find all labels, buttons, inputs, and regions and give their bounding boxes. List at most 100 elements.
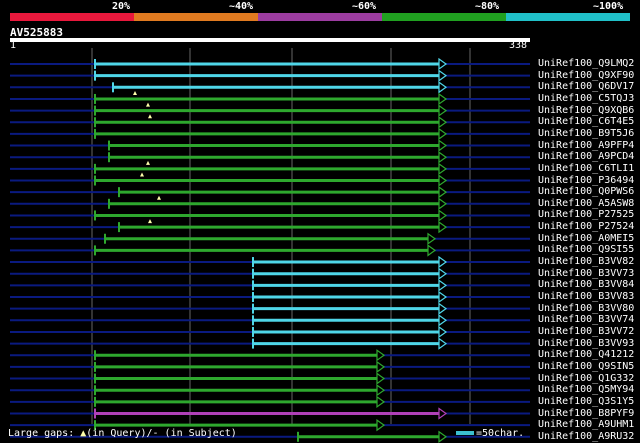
hit-end-arrow-icon	[438, 407, 448, 420]
query-gap-icon	[146, 160, 150, 165]
scale-label: =50char.	[476, 428, 525, 439]
alignment-row[interactable]	[10, 90, 530, 106]
hit-label[interactable]: UniRef100_Q9SIN5	[538, 361, 634, 372]
hit-label[interactable]: UniRef100_A9PCD4	[538, 151, 634, 162]
hit-label[interactable]: UniRef100_P27525	[538, 209, 634, 220]
hit-label[interactable]: UniRef100_Q0PWS6	[538, 186, 634, 197]
hit-label[interactable]: UniRef100_C5TQJ3	[538, 93, 634, 104]
hit-end-arrow-icon	[438, 185, 448, 199]
alignment-row[interactable]	[10, 384, 530, 397]
alignment-row[interactable]	[10, 395, 530, 409]
alignment-row[interactable]	[10, 172, 530, 187]
hit-label[interactable]: UniRef100_A9UHM1	[538, 419, 634, 430]
hit-end-arrow-icon	[438, 162, 448, 176]
alignment-row[interactable]	[10, 279, 530, 292]
alignment-row[interactable]	[10, 407, 530, 420]
alignment-row[interactable]	[10, 255, 530, 269]
hit-label[interactable]: UniRef100_Q9XF90	[538, 70, 634, 81]
hit-label[interactable]: UniRef100_B3VV82	[538, 256, 634, 267]
hit-label[interactable]: UniRef100_B3VV73	[538, 268, 634, 279]
alignment-row[interactable]	[10, 360, 530, 374]
hit-end-arrow-icon	[376, 395, 386, 409]
alignment-row[interactable]	[10, 372, 530, 385]
scale-legend: =50char.	[456, 428, 524, 439]
query-gap-icon	[146, 102, 150, 107]
hit-label[interactable]: UniRef100_Q9LMQ2	[538, 58, 634, 69]
alignment-row[interactable]	[10, 151, 530, 164]
hit-label[interactable]: UniRef100_A9RU32	[538, 431, 634, 442]
alignment-row[interactable]	[10, 290, 530, 304]
hit-label[interactable]: UniRef100_P27524	[538, 221, 634, 232]
hit-end-arrow-icon	[438, 104, 448, 117]
query-gap-icon	[140, 172, 144, 177]
hit-end-arrow-icon	[438, 267, 448, 280]
hit-end-arrow-icon	[438, 92, 448, 106]
hit-label[interactable]: UniRef100_B3VV84	[538, 279, 634, 290]
hit-label[interactable]: UniRef100_B3VV83	[538, 291, 634, 302]
hit-end-arrow-icon	[438, 220, 448, 234]
query-gap-icon	[148, 114, 152, 119]
alignment-row[interactable]	[10, 302, 530, 315]
hit-end-arrow-icon	[438, 57, 448, 71]
hit-label[interactable]: UniRef100_C6T4E5	[538, 116, 634, 127]
hit-label[interactable]: UniRef100_Q5MY94	[538, 384, 634, 395]
alignment-row[interactable]	[10, 114, 530, 129]
hit-end-arrow-icon	[438, 151, 448, 164]
hit-end-arrow-icon	[438, 69, 448, 82]
alignment-row[interactable]	[10, 349, 530, 362]
hit-end-arrow-icon	[438, 279, 448, 292]
hit-end-arrow-icon	[438, 325, 448, 339]
hit-end-arrow-icon	[438, 127, 448, 141]
hit-label[interactable]: UniRef100_Q9SI55	[538, 244, 634, 255]
alignment-row[interactable]	[10, 232, 530, 245]
hit-label[interactable]: UniRef100_B3VV72	[538, 326, 634, 337]
alignment-row[interactable]	[10, 139, 530, 152]
alignment-row[interactable]	[10, 127, 530, 141]
hit-end-arrow-icon	[438, 430, 448, 443]
hit-end-arrow-icon	[438, 302, 448, 315]
hit-label[interactable]: UniRef100_B3VV93	[538, 338, 634, 349]
hit-end-arrow-icon	[438, 197, 448, 210]
alignment-row[interactable]	[10, 244, 530, 257]
hit-label[interactable]: UniRef100_A9PFP4	[538, 140, 634, 151]
alignment-row[interactable]	[10, 195, 530, 210]
hit-end-arrow-icon	[438, 139, 448, 152]
alignment-row[interactable]	[10, 267, 530, 280]
hit-end-arrow-icon	[376, 384, 386, 397]
hit-label[interactable]: UniRef100_Q6DV17	[538, 81, 634, 92]
hit-end-arrow-icon	[427, 244, 437, 257]
alignment-row[interactable]	[10, 209, 530, 222]
hit-label[interactable]: UniRef100_Q9XQB6	[538, 105, 634, 116]
hit-end-arrow-icon	[438, 314, 448, 327]
hit-label[interactable]: UniRef100_B9T5J6	[538, 128, 634, 139]
hit-end-arrow-icon	[376, 418, 386, 432]
hit-label[interactable]: UniRef100_Q41212	[538, 349, 634, 360]
alignment-row[interactable]	[10, 185, 530, 199]
alignment-row[interactable]	[10, 325, 530, 339]
alignment-row[interactable]	[10, 219, 530, 234]
hit-end-arrow-icon	[438, 290, 448, 304]
alignment-row[interactable]	[10, 337, 530, 350]
hit-label[interactable]: UniRef100_A5ASW8	[538, 198, 634, 209]
hit-label[interactable]: UniRef100_B3VV80	[538, 303, 634, 314]
alignment-row[interactable]	[10, 160, 530, 176]
hit-label[interactable]: UniRef100_A0MEI5	[538, 233, 634, 244]
hit-label[interactable]: UniRef100_B3VV74	[538, 314, 634, 325]
hit-end-arrow-icon	[438, 209, 448, 222]
query-gap-icon	[148, 219, 152, 224]
alignment-row[interactable]	[10, 57, 530, 71]
hit-label[interactable]: UniRef100_Q1G332	[538, 373, 634, 384]
hit-label[interactable]: UniRef100_Q3S1Y5	[538, 396, 634, 407]
hit-end-arrow-icon	[438, 174, 448, 187]
alignment-row[interactable]	[10, 314, 530, 327]
scale-swatch	[456, 431, 474, 435]
hit-end-arrow-icon	[427, 232, 437, 245]
hit-label[interactable]: UniRef100_C6TLI1	[538, 163, 634, 174]
hit-end-arrow-icon	[438, 81, 448, 94]
hit-end-arrow-icon	[376, 360, 386, 374]
alignment-row[interactable]	[10, 102, 530, 117]
hit-label[interactable]: UniRef100_P36494	[538, 175, 634, 186]
alignment-row[interactable]	[10, 69, 530, 82]
hit-label[interactable]: UniRef100_B8PYF9	[538, 408, 634, 419]
alignment-row[interactable]	[10, 81, 530, 94]
